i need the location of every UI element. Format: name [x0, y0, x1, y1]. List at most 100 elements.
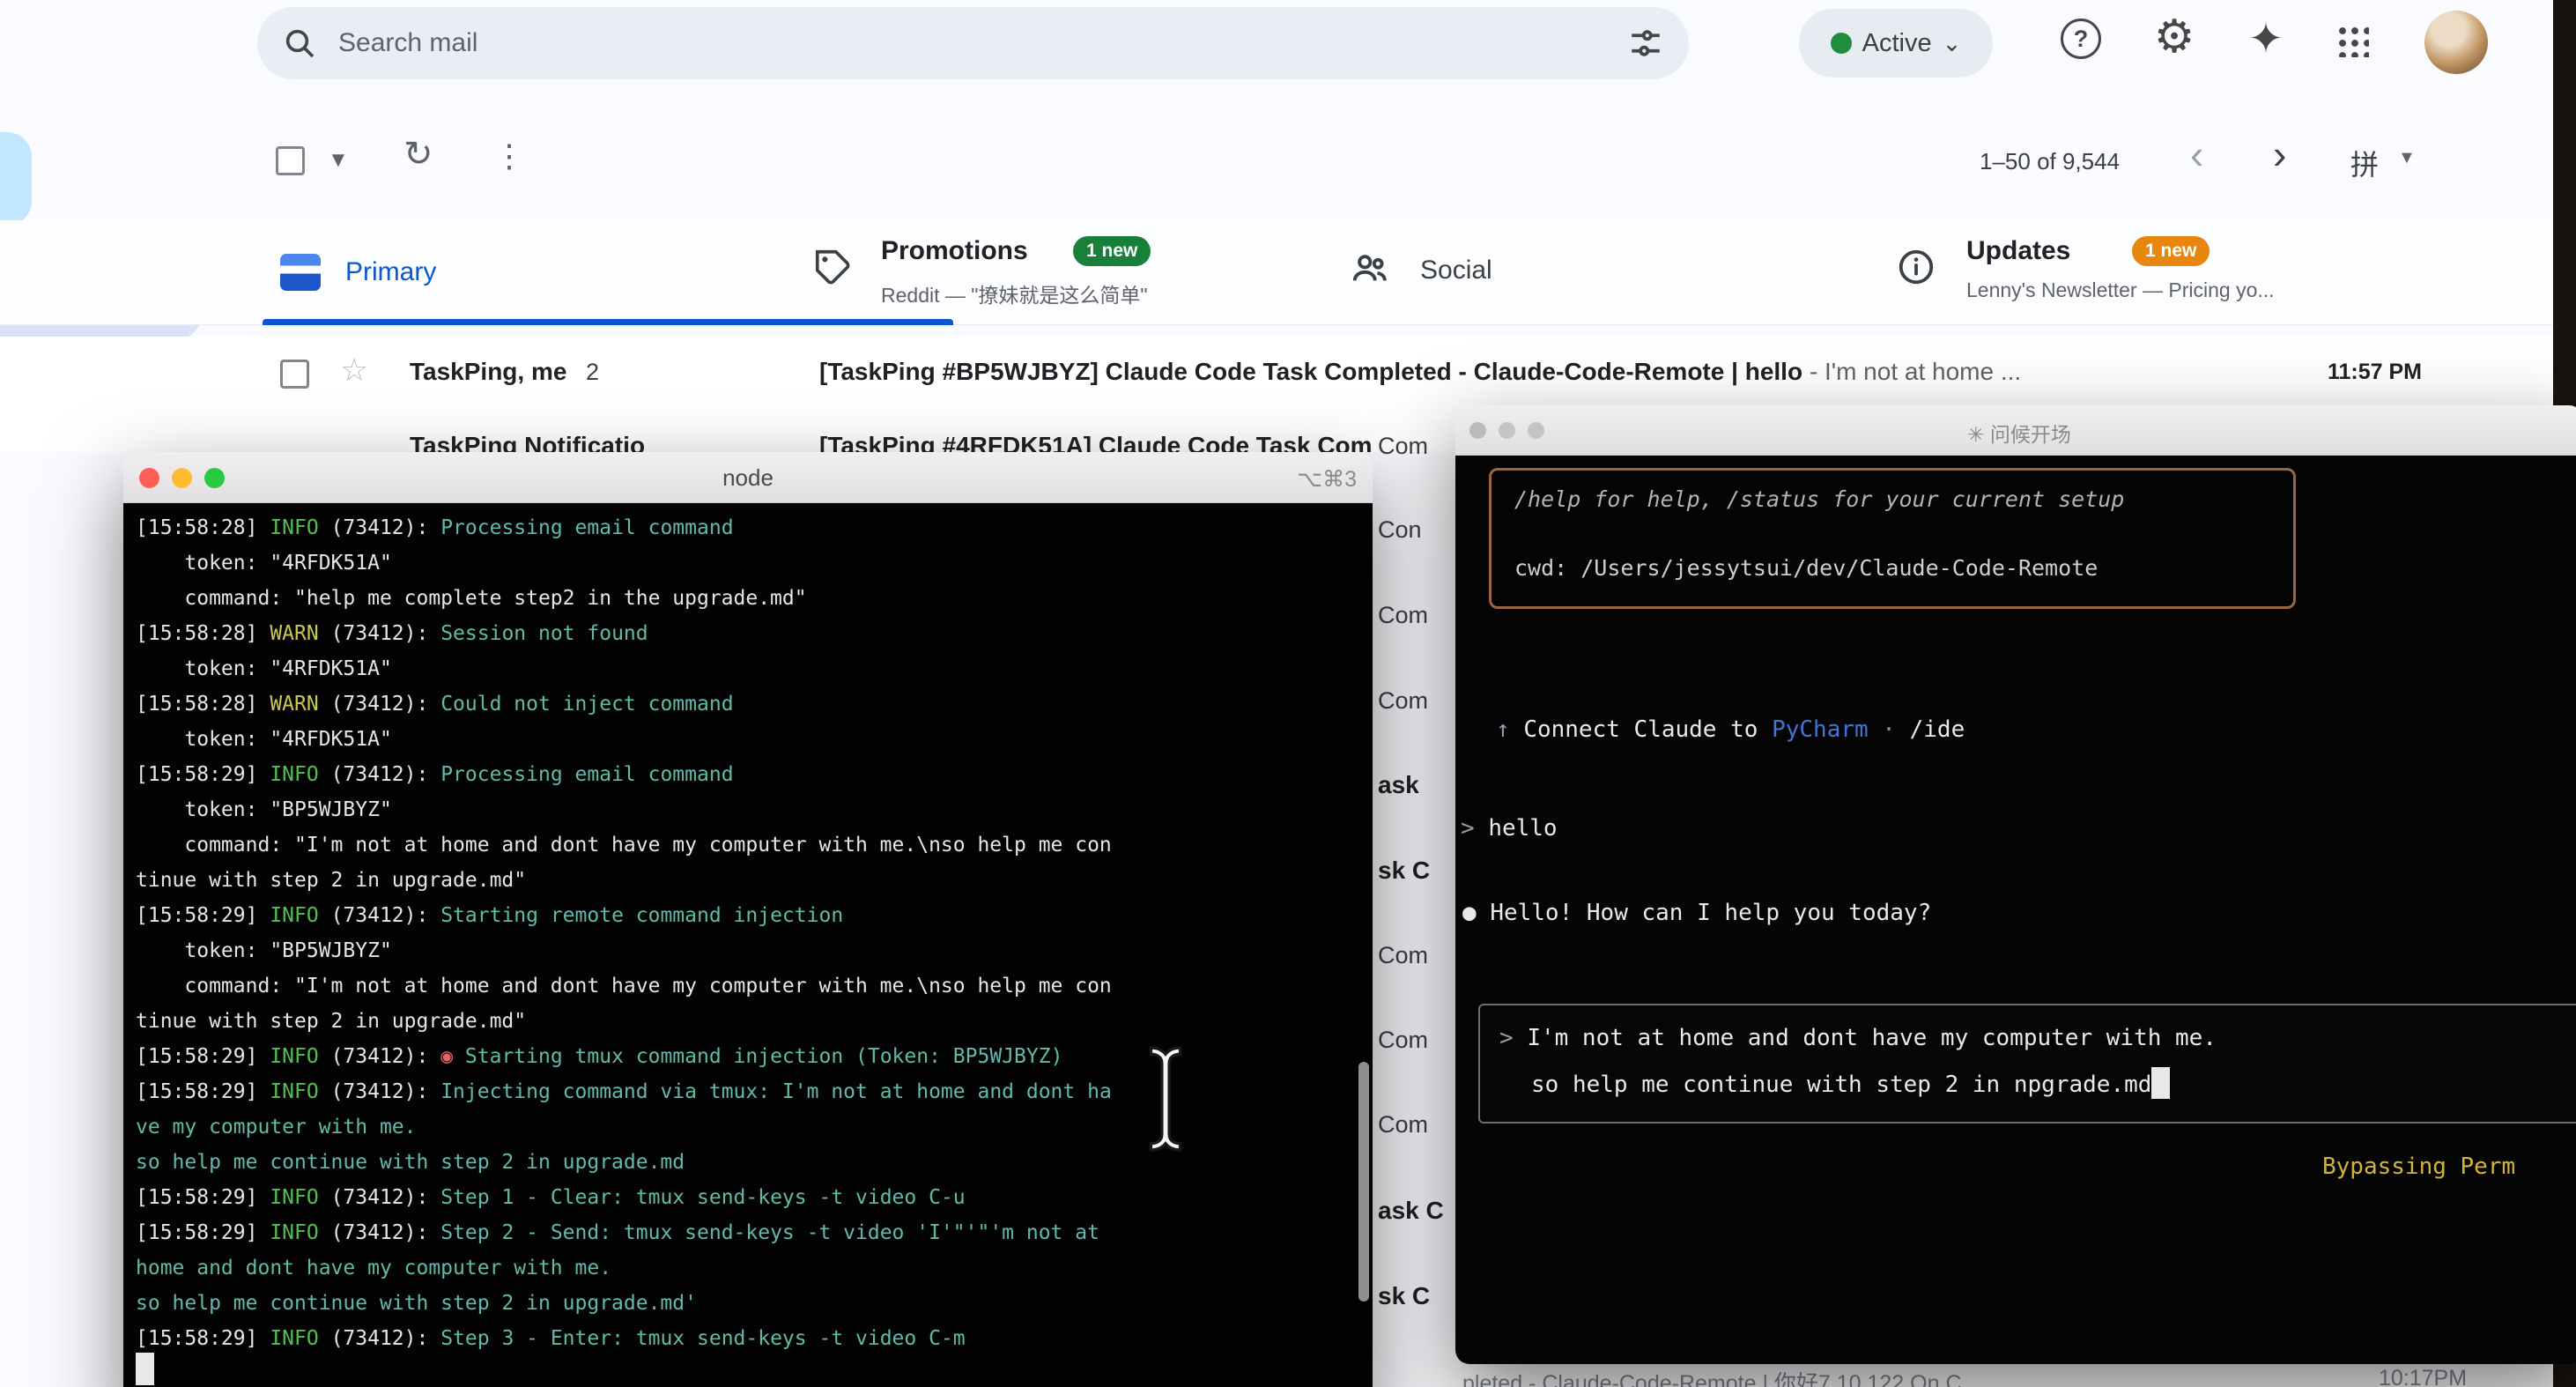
email-sender: TaskPing, me	[410, 358, 566, 386]
window-title: node	[123, 464, 1373, 492]
email-text-fragment: Com	[1378, 942, 1428, 969]
updates-new-badge: 1 new	[2132, 236, 2210, 266]
selected-tab-underline	[263, 319, 953, 325]
search-bar[interactable]	[257, 7, 1689, 79]
gemini-button[interactable]: ✦	[2238, 11, 2294, 67]
gear-icon: ⚙	[2154, 11, 2195, 63]
ibeam-mouse-cursor	[1140, 1045, 1191, 1153]
node-terminal-window[interactable]: node ⌥⌘3 [15:58:28] INFO (73412): Proces…	[123, 452, 1373, 1387]
email-text-fragment: Com	[1378, 1027, 1428, 1054]
sliver-time: 10:17PM	[2379, 1366, 2467, 1387]
terminal-log-line: token: "BP5WJBYZ"	[136, 933, 1373, 968]
primary-tab-icon	[280, 254, 321, 291]
terminal-log-line: [15:58:29] INFO (73412): Step 3 - Enter:…	[136, 1321, 1373, 1356]
input-method-label[interactable]: 拼	[2350, 143, 2379, 183]
terminal-log-line: [15:58:28] WARN (73412): Could not injec…	[136, 686, 1373, 722]
email-text-fragment: Con	[1378, 516, 1422, 544]
email-subject: [TaskPing #BP5WJBYZ] Claude Code Task Co…	[819, 358, 1802, 385]
pycharm-link[interactable]: PyCharm	[1772, 716, 1869, 743]
select-all-checkbox[interactable]	[276, 146, 305, 175]
tab-promotions[interactable]: Promotions 1 new Reddit — "撩妹就是这么简单"	[793, 220, 1321, 324]
help-button[interactable]: ?	[2053, 11, 2109, 67]
status-selector[interactable]: Active ⌄	[1799, 9, 1993, 78]
older-page-icon[interactable]: ›	[2273, 134, 2286, 174]
email-text-fragment: Com	[1378, 433, 1428, 460]
terminal-scrollbar[interactable]	[1358, 1062, 1369, 1302]
sliver-text: pleted - Claude-Code-Remote | 你好7 10 122…	[1462, 1366, 1962, 1387]
chevron-down-icon: ⌄	[1943, 30, 1962, 57]
tip-text: Connect Claude to	[1523, 716, 1772, 743]
terminal-log-line: [15:58:28] INFO (73412): Processing emai…	[136, 510, 1373, 545]
terminal-log-line: tinue with step 2 in upgrade.md"	[136, 863, 1373, 898]
terminal-log-line: token: "BP5WJBYZ"	[136, 792, 1373, 827]
email-text-fragment: Com	[1378, 687, 1428, 715]
apps-grid-icon	[2335, 24, 2369, 57]
assistant-message-line: ● Hello! How can I help you today?	[1462, 900, 1931, 926]
newer-page-icon[interactable]: ‹	[2190, 134, 2203, 174]
refresh-icon[interactable]: ↻	[403, 134, 433, 174]
tune-filter-icon[interactable]	[1627, 25, 1664, 62]
tab-updates-subtitle: Lenny's Newsletter — Pricing yo...	[1966, 278, 2275, 302]
claude-terminal-titlebar[interactable]: ✳ 问候开场	[1455, 405, 2576, 456]
email-text-fragment: ask C	[1378, 1197, 1444, 1225]
user-message: hello	[1488, 815, 1557, 842]
terminal-log-line: [15:58:28] WARN (73412): Session not fou…	[136, 616, 1373, 651]
claude-input-box[interactable]: > I'm not at home and dont have my compu…	[1478, 1004, 2576, 1124]
apps-button[interactable]	[2324, 12, 2380, 69]
terminal-log-line: so help me continue with step 2 in upgra…	[136, 1286, 1373, 1321]
terminal-log-line: token: "4RFDK51A"	[136, 722, 1373, 757]
ime-caret-icon[interactable]: ▼	[2398, 148, 2416, 168]
compose-button-sliver[interactable]	[0, 132, 32, 226]
search-icon	[282, 26, 317, 61]
tab-promotions-label: Promotions	[881, 236, 1028, 266]
list-toolbar: ▼ ↻ ⋮ 1–50 of 9,544 ‹ › 拼 ▼	[0, 123, 2553, 211]
terminal-log-line: [15:58:29] INFO (73412): Processing emai…	[136, 757, 1373, 792]
claude-welcome-box: /help for help, /status for your current…	[1489, 468, 2296, 609]
up-arrow-icon: ↑	[1496, 716, 1510, 743]
ide-command: /ide	[1910, 716, 1965, 743]
email-sender: TaskPing Notificatio	[410, 432, 645, 452]
tab-promotions-subtitle: Reddit — "撩妹就是这么简单"	[881, 278, 1148, 308]
category-tabs: Primary Promotions 1 new Reddit — "撩妹就是这…	[0, 220, 2553, 325]
assistant-message: Hello! How can I help you today?	[1490, 900, 1931, 926]
email-checkbox[interactable]	[280, 360, 309, 389]
ide-tip-line: ↑ Connect Claude to PyCharm · /ide	[1496, 716, 1965, 743]
terminal-log-line: token: "4RFDK51A"	[136, 545, 1373, 581]
node-terminal-titlebar[interactable]: node ⌥⌘3	[123, 452, 1373, 503]
welcome-cwd-line: cwd: /Users/jessytsui/dev/Claude-Code-Re…	[1514, 552, 2270, 585]
terminal-log-line: command: "I'm not at home and dont have …	[136, 968, 1373, 1004]
screen: Active ⌄ ? ⚙ ✦ ▼ ↻ ⋮ 1–50 of 9,544 ‹ › 拼…	[0, 0, 2576, 1387]
window-title: ✳ 问候开场	[1455, 418, 2576, 448]
tab-updates-label: Updates	[1966, 236, 2070, 266]
terminal-log-line: [15:58:29] INFO (73412): Step 1 - Clear:…	[136, 1180, 1373, 1215]
welcome-help-line: /help for help, /status for your current…	[1514, 483, 2270, 516]
pagination-label: 1–50 of 9,544	[1980, 148, 2120, 175]
email-text-fragment: sk C	[1378, 857, 1430, 885]
input-prompt-icon: >	[1499, 1025, 1514, 1051]
settings-button[interactable]: ⚙	[2146, 9, 2202, 65]
bullet-icon: ●	[1462, 900, 1477, 926]
window-shortcut-label: ⌥⌘3	[1297, 466, 1357, 493]
more-options-icon[interactable]: ⋮	[493, 137, 525, 174]
email-text-fragment: sk C	[1378, 1282, 1430, 1310]
select-caret-icon[interactable]: ▼	[328, 148, 349, 173]
tag-icon	[812, 247, 853, 287]
terminal-log-line: token: "4RFDK51A"	[136, 651, 1373, 686]
prompt-icon: >	[1461, 815, 1475, 842]
email-text-fragment: ask	[1378, 771, 1419, 799]
email-text-fragment: Com	[1378, 602, 1428, 629]
claude-terminal-window[interactable]: ✳ 问候开场 /help for help, /status for your …	[1455, 405, 2576, 1364]
email-time: 11:57 PM	[2328, 360, 2422, 385]
permission-mode-label: Bypassing Perm	[2322, 1153, 2515, 1180]
star-icon[interactable]: ☆	[340, 354, 368, 386]
profile-avatar[interactable]	[2424, 11, 2488, 74]
terminal-log-line: command: "help me complete step2 in the …	[136, 581, 1373, 616]
tab-updates[interactable]: Updates 1 new Lenny's Newsletter — Prici…	[1876, 220, 2546, 324]
input-line-2: so help me continue with step 2 in npgra…	[1531, 1067, 2170, 1099]
email-thread-count: 2	[586, 359, 599, 386]
terminal-output: [15:58:28] INFO (73412): Processing emai…	[123, 503, 1373, 1387]
terminal-log-line: home and dont have my computer with me.	[136, 1250, 1373, 1286]
email-row[interactable]: ☆ TaskPing, me 2 [TaskPing #BP5WJBYZ] Cl…	[0, 337, 2553, 408]
terminal-log-line: [15:58:29] INFO (73412): Step 2 - Send: …	[136, 1215, 1373, 1250]
terminal-cursor	[136, 1353, 154, 1385]
